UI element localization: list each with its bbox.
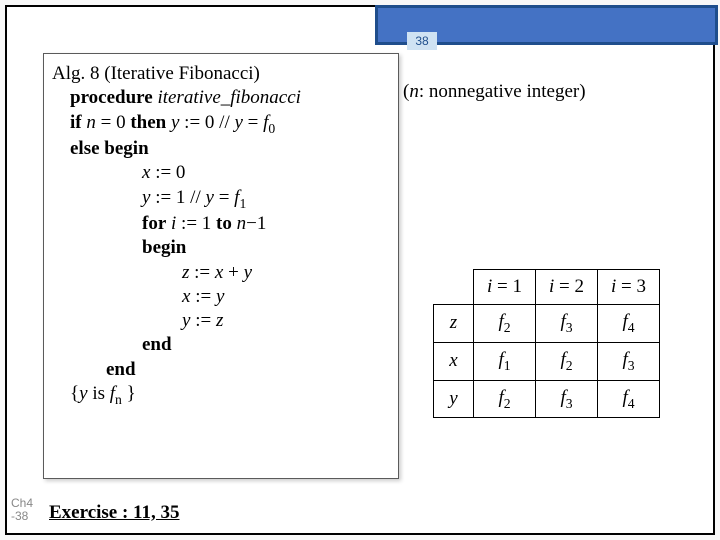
for-mid: := 1 <box>176 213 216 234</box>
kw-then: then <box>130 112 166 133</box>
y1-sub: 1 <box>239 195 246 210</box>
row-x: x <box>434 342 474 380</box>
post-close: } <box>122 383 136 404</box>
kw-if: if <box>70 112 82 133</box>
slide-frame: 38 Alg. 8 (Iterative Fibonacci) procedur… <box>5 5 715 535</box>
then-eq: = <box>243 112 263 133</box>
table-corner <box>434 270 474 305</box>
kw-for: for <box>142 213 166 234</box>
row-z: z <box>434 305 474 343</box>
trace-table: i = 1 i = 2 i = 3 z f2 f3 f4 x f1 f2 f3 … <box>433 269 660 418</box>
cell-y-3: f4 <box>598 380 660 418</box>
cell-z-1: f2 <box>474 305 536 343</box>
cell-z-2: f3 <box>536 305 598 343</box>
alg-title: Alg. 8 (Iterative Fibonacci) <box>52 63 260 84</box>
kw-end-outer: end <box>106 359 136 380</box>
cell-x-3: f3 <box>598 342 660 380</box>
exercise-label: Exercise : 11, 35 <box>49 502 180 524</box>
kw-procedure: procedure <box>70 87 153 108</box>
then-yc: y <box>234 112 242 133</box>
y1-rest: := 1 // <box>150 187 205 208</box>
col-i1: i = 1 <box>474 270 536 305</box>
if-rest: = 0 <box>96 112 130 133</box>
then-sub: 0 <box>268 120 275 135</box>
kw-begin: begin <box>142 237 186 258</box>
z-plus: + <box>223 262 243 283</box>
kw-end-inner: end <box>142 334 172 355</box>
proc-name: iterative_fibonacci <box>157 87 301 108</box>
if-var: n <box>86 112 96 133</box>
chapter-tag: Ch4-38 <box>11 497 33 523</box>
page-number: 38 <box>407 32 437 50</box>
then-assign: := 0 // <box>179 112 234 133</box>
kw-else-begin: else begin <box>70 138 149 159</box>
algorithm-text: Alg. 8 (Iterative Fibonacci) procedure i… <box>52 62 398 408</box>
xy-y: y <box>216 286 224 307</box>
x0-rest: := 0 <box>150 162 185 183</box>
cell-x-2: f2 <box>536 342 598 380</box>
post-y: y <box>79 383 87 404</box>
kw-to: to <box>216 213 232 234</box>
yz-assign: := <box>190 310 216 331</box>
xy-assign: := <box>190 286 216 307</box>
for-minus1: −1 <box>246 213 266 234</box>
cell-x-1: f1 <box>474 342 536 380</box>
post-sub: n <box>115 392 122 407</box>
for-var: i <box>166 213 176 234</box>
cell-y-2: f3 <box>536 380 598 418</box>
row-y: y <box>434 380 474 418</box>
yz-z: z <box>216 310 223 331</box>
col-i3: i = 3 <box>598 270 660 305</box>
y1-yc: y <box>206 187 214 208</box>
cell-z-3: f4 <box>598 305 660 343</box>
for-n: n <box>232 213 246 234</box>
post-is: is <box>88 383 110 404</box>
proc-args-overflow: (n: nonnegative integer) <box>403 81 586 103</box>
post-open: { <box>70 383 79 404</box>
cell-y-1: f2 <box>474 380 536 418</box>
algorithm-box: Alg. 8 (Iterative Fibonacci) procedure i… <box>43 53 399 479</box>
z-y: y <box>244 262 252 283</box>
z-assign: := <box>189 262 215 283</box>
col-i2: i = 2 <box>536 270 598 305</box>
y1-eq: = <box>214 187 234 208</box>
